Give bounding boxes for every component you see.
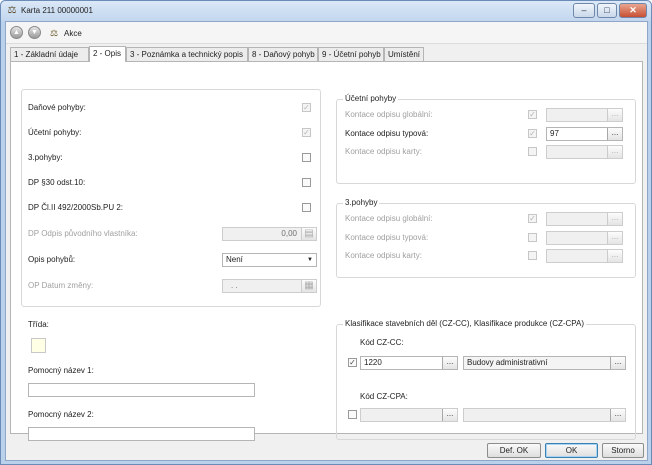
- opis-pohybu-label: Opis pohybů:: [28, 255, 76, 264]
- opis-pohybu-value: Není: [226, 255, 243, 264]
- dp-odpis-label: DP Odpis původního vlastníka:: [28, 229, 138, 238]
- minimize-button[interactable]: ‒: [573, 3, 595, 18]
- ucetni-karty-checkbox[interactable]: [528, 147, 537, 156]
- kod-cc-description-field[interactable]: Budovy administrativní ...: [463, 356, 626, 370]
- pohyby3-globalni-checkbox[interactable]: ✓: [528, 214, 537, 223]
- ucetni-typova-browse-button[interactable]: ...: [607, 128, 622, 140]
- kod-cpa-checkbox[interactable]: [348, 410, 357, 419]
- dp30-checkbox[interactable]: [302, 178, 311, 187]
- kod-cc-label: Kód CZ-CC:: [360, 338, 404, 347]
- kod-cpa-browse-button[interactable]: ...: [442, 409, 457, 421]
- op-datum-field[interactable]: . . ▦: [222, 279, 317, 293]
- akce-menu[interactable]: Akce: [64, 29, 82, 38]
- dp-odpis-field[interactable]: 0,00 ▤: [222, 227, 317, 241]
- action-icon[interactable]: ⚖: [48, 27, 60, 39]
- pohyby3-karty-browse-button[interactable]: ...: [607, 250, 622, 262]
- pomocny-nazev-1-label: Pomocný název 1:: [28, 366, 94, 375]
- calculator-icon[interactable]: ▤: [301, 228, 316, 240]
- tab-ucetni-pohyb[interactable]: 9 - Účetní pohyb: [318, 47, 384, 61]
- dp-odpis-value: 0,00: [281, 229, 297, 238]
- pohyby3-globalni-browse-button[interactable]: ...: [607, 213, 622, 225]
- title-bar: ⚖ Karta 211 00000001 ‒ □ ✕: [1, 1, 651, 21]
- pohyby3-globalni-label: Kontace odpisu globální:: [345, 214, 433, 223]
- def-ok-button[interactable]: Def. OK: [487, 443, 541, 458]
- pohyby3-globalni-field[interactable]: ...: [546, 212, 623, 226]
- pohyby3-karty-label: Kontace odpisu karty:: [345, 251, 422, 260]
- dp30-label: DP §30 odst.10:: [28, 178, 86, 187]
- op-datum-label: OP Datum změny:: [28, 281, 94, 290]
- tab-danovy-pohyb[interactable]: 8 - Daňový pohyb: [248, 47, 318, 61]
- pohyby3-typova-browse-button[interactable]: ...: [607, 232, 622, 244]
- pomocny-nazev-2-input[interactable]: [28, 427, 255, 441]
- kod-cpa-description-field[interactable]: ...: [463, 408, 626, 422]
- window-title: Karta 211 00000001: [21, 6, 93, 15]
- window-client: ▲ ▼ ⚖ Akce 1 - Základní údaje 2 - Opis 3…: [5, 21, 648, 461]
- pohyby3-label: 3.pohyby:: [28, 153, 63, 162]
- tab-page-opis: Daňové pohyby: ✓ Účetní pohyby: ✓ 3.pohy…: [10, 61, 643, 441]
- storno-button[interactable]: Storno: [602, 443, 644, 458]
- ucetni-globalni-label: Kontace odpisu globální:: [345, 110, 433, 119]
- kod-cpa-field[interactable]: ...: [360, 408, 458, 422]
- pohyby3-typova-label: Kontace odpisu typová:: [345, 233, 429, 242]
- app-icon: ⚖: [7, 5, 17, 16]
- ucetni-typova-field[interactable]: 97 ...: [546, 127, 623, 141]
- tab-zakladni-udaje[interactable]: 1 - Základní údaje: [10, 47, 89, 61]
- nav-back-icon[interactable]: ▲: [10, 26, 23, 39]
- dp-cl-label: DP Čl.II 492/2000Sb.PU 2:: [28, 203, 124, 212]
- opis-pohybu-select[interactable]: Není ▼: [222, 253, 317, 267]
- trida-color-box[interactable]: [31, 338, 46, 353]
- ucetni-globalni-browse-button[interactable]: ...: [607, 109, 622, 121]
- ucetni-globalni-field[interactable]: ...: [546, 108, 623, 122]
- klasifikace-title: Klasifikace stavebních děl (CZ-CC), Klas…: [343, 319, 587, 329]
- pohyby3-typova-field[interactable]: ...: [546, 231, 623, 245]
- tab-opis[interactable]: 2 - Opis: [89, 46, 126, 62]
- ucetni-pohyby-label: Účetní pohyby:: [28, 128, 82, 137]
- ucetni-karty-browse-button[interactable]: ...: [607, 146, 622, 158]
- ucetni-globalni-checkbox[interactable]: ✓: [528, 110, 537, 119]
- close-button[interactable]: ✕: [619, 3, 647, 18]
- pomocny-nazev-1-input[interactable]: [28, 383, 255, 397]
- ucetni-typova-checkbox[interactable]: ✓: [528, 129, 537, 138]
- pomocny-nazev-2-label: Pomocný název 2:: [28, 410, 94, 419]
- ucetni-typova-label: Kontace odpisu typová:: [345, 129, 429, 138]
- kod-cpa-description-browse-button[interactable]: ...: [610, 409, 625, 421]
- pohyby3-karty-checkbox[interactable]: [528, 251, 537, 260]
- kod-cpa-label: Kód CZ-CPA:: [360, 392, 408, 401]
- pohyby3-karty-field[interactable]: ...: [546, 249, 623, 263]
- ucetni-pohyby-title: Účetní pohyby: [343, 94, 399, 104]
- nav-forward-icon[interactable]: ▼: [28, 26, 41, 39]
- kod-cc-description: Budovy administrativní: [467, 358, 548, 367]
- pohyby3-typova-checkbox[interactable]: [528, 233, 537, 242]
- kod-cc-value: 1220: [364, 358, 382, 367]
- pohyby3-title: 3.pohyby: [343, 198, 380, 208]
- op-datum-value: . .: [231, 281, 238, 290]
- ucetni-karty-label: Kontace odpisu karty:: [345, 147, 422, 156]
- dropdown-arrow-icon[interactable]: ▼: [307, 254, 313, 266]
- calendar-icon[interactable]: ▦: [301, 280, 316, 292]
- maximize-button[interactable]: □: [597, 3, 617, 18]
- left-group: [21, 89, 321, 307]
- trida-label: Třída:: [28, 320, 49, 329]
- window-frame: ⚖ Karta 211 00000001 ‒ □ ✕ ▲ ▼ ⚖ Akce 1 …: [0, 0, 652, 465]
- tab-poznamka[interactable]: 3 - Poznámka a technický popis: [126, 47, 248, 61]
- ucetni-pohyby-checkbox[interactable]: ✓: [302, 128, 311, 137]
- kod-cc-description-browse-button[interactable]: ...: [610, 357, 625, 369]
- tab-umisteni[interactable]: Umístění: [384, 47, 424, 61]
- kod-cc-field[interactable]: 1220 ...: [360, 356, 458, 370]
- ucetni-typova-value: 97: [550, 129, 559, 138]
- ucetni-karty-field[interactable]: ...: [546, 145, 623, 159]
- toolbar: ▲ ▼ ⚖ Akce: [6, 22, 647, 44]
- pohyby3-checkbox[interactable]: [302, 153, 311, 162]
- kod-cc-checkbox[interactable]: ✓: [348, 358, 357, 367]
- kod-cc-browse-button[interactable]: ...: [442, 357, 457, 369]
- danove-pohyby-label: Daňové pohyby:: [28, 103, 86, 112]
- dp-cl-checkbox[interactable]: [302, 203, 311, 212]
- ok-button[interactable]: OK: [545, 443, 598, 458]
- danove-pohyby-checkbox[interactable]: ✓: [302, 103, 311, 112]
